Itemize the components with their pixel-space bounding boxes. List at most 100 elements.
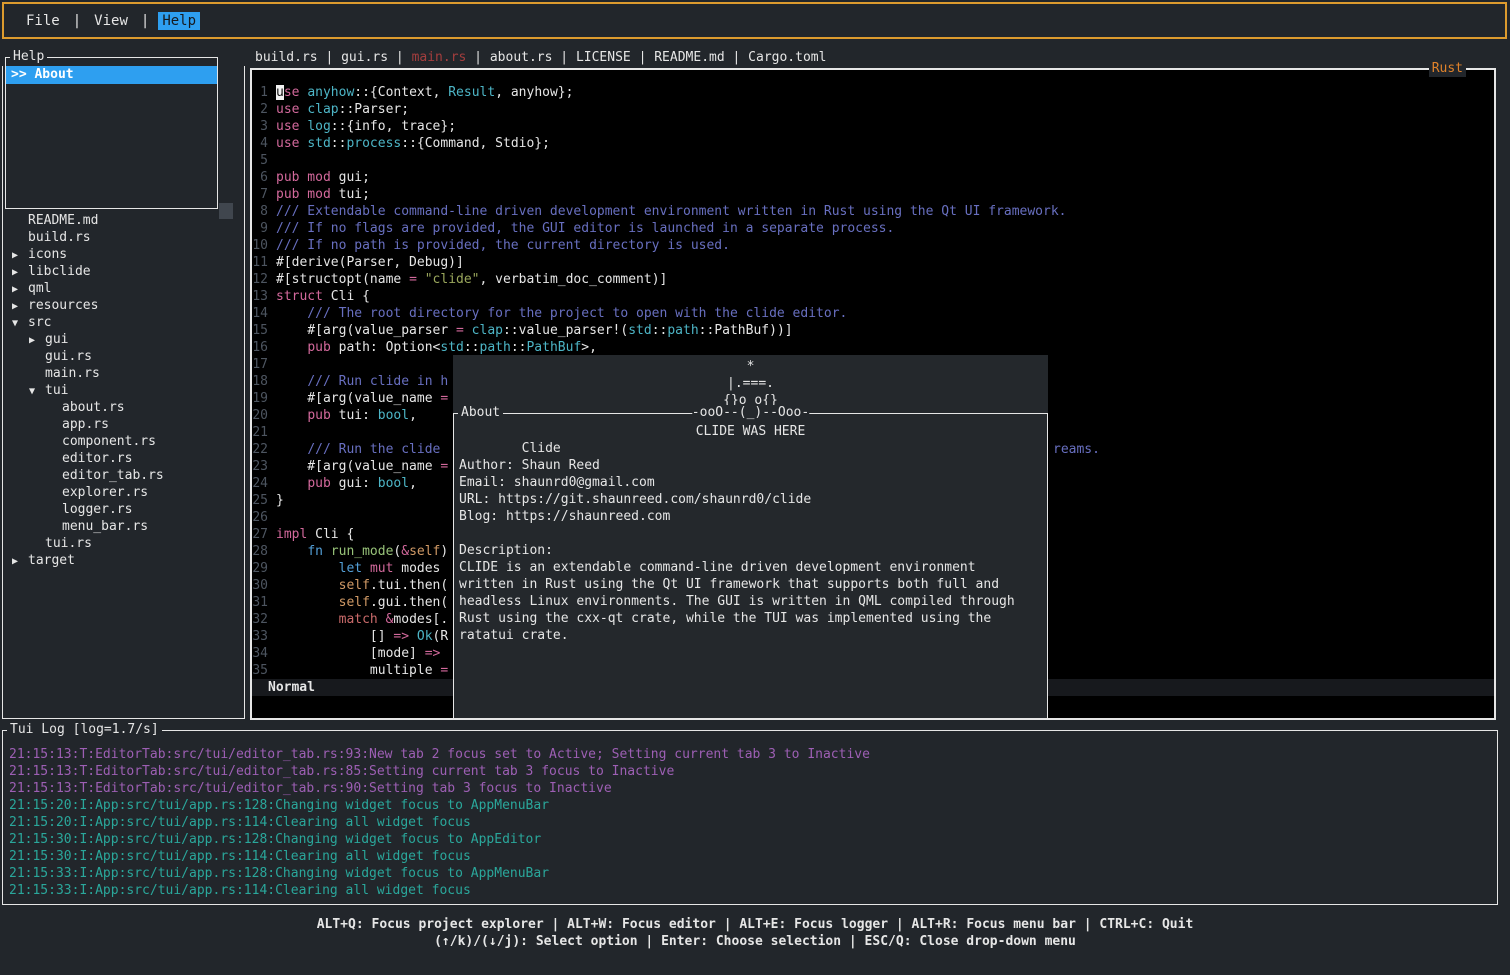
ascii-banner-text: CLIDE WAS HERE	[696, 423, 806, 440]
code-token: Cli {	[307, 527, 354, 542]
code-token: use	[276, 136, 299, 151]
tree-item-component-rs[interactable]: component.rs	[3, 433, 244, 450]
code-token: process	[346, 136, 401, 151]
help-dropdown-panel: Help >> About	[5, 57, 218, 209]
code-token: []	[276, 629, 393, 644]
help-menu-item-about[interactable]: >> About	[6, 66, 217, 84]
line-number: 2	[252, 101, 268, 118]
tree-item-explorer-rs[interactable]: explorer.rs	[3, 484, 244, 501]
tab-separator: |	[552, 50, 575, 65]
tree-item-editor-rs[interactable]: editor.rs	[3, 450, 244, 467]
line-number: 11	[252, 254, 268, 271]
tab-separator: |	[388, 50, 411, 65]
tab-readme-md[interactable]: README.md	[654, 50, 724, 65]
code-line: 6pub mod gui;	[252, 169, 1494, 186]
code-token: pub	[307, 408, 330, 423]
tab-cargo-toml[interactable]: Cargo.toml	[748, 50, 826, 65]
about-content: Author: Shaun ReedEmail: shaunrd0@gmail.…	[454, 440, 1047, 644]
tree-item-qml[interactable]: ▶qml	[3, 280, 244, 297]
code-token: impl	[276, 527, 307, 542]
code-token: ::{Command, Stdio};	[401, 136, 550, 151]
code-token: self	[409, 544, 440, 559]
code-token: bool	[378, 408, 409, 423]
tab-separator: |	[318, 50, 341, 65]
line-number: 29	[252, 560, 268, 577]
explorer-scrollbar-thumb[interactable]	[219, 203, 233, 219]
code-token: =	[440, 391, 448, 406]
code-token: clap	[472, 323, 503, 338]
code-token: pub mod	[276, 170, 331, 185]
about-popup-title: About	[458, 405, 503, 421]
tree-item-gui-rs[interactable]: gui.rs	[3, 348, 244, 365]
tree-item-src[interactable]: ▼src	[3, 314, 244, 331]
tree-item-gui[interactable]: ▶gui	[3, 331, 244, 348]
chevron-right-icon: ▶	[12, 553, 18, 570]
line-number: 25	[252, 492, 268, 509]
code-line: 10/// If no path is provided, the curren…	[252, 237, 1494, 254]
tab-build-rs[interactable]: build.rs	[255, 50, 318, 65]
ascii-art: *|.===.{}o o{}	[453, 355, 1048, 409]
tree-item-target[interactable]: ▶target	[3, 552, 244, 569]
code-token: =	[456, 323, 464, 338]
tab-about-rs[interactable]: about.rs	[490, 50, 553, 65]
line-number: 5	[252, 152, 268, 169]
code-token: fn	[307, 544, 323, 559]
tree-item-resources[interactable]: ▶resources	[3, 297, 244, 314]
log-entries: 21:15:13:T:EditorTab:src/tui/editor_tab.…	[3, 746, 1497, 899]
tree-item-logger-rs[interactable]: logger.rs	[3, 501, 244, 518]
code-token: =	[440, 663, 448, 678]
line-number: 33	[252, 628, 268, 645]
ascii-art-line: |.===.	[453, 375, 1048, 392]
chevron-down-icon: ▼	[12, 315, 18, 332]
code-token: let	[339, 561, 362, 576]
app-name: Clide	[522, 441, 561, 456]
code-line: 11 #[derive(Parser, Debug)]	[252, 254, 1494, 271]
line-number: 30	[252, 577, 268, 594]
about-line: URL: https://git.shaunreed.com/shaunrd0/…	[454, 491, 1047, 508]
code-token: PathBuf	[526, 340, 581, 355]
code-token: /// Run the clide	[307, 442, 448, 457]
menu-bar: File|View|Help	[2, 2, 1507, 39]
tree-item-editor-tab-rs[interactable]: editor_tab.rs	[3, 467, 244, 484]
tree-item-readme-md[interactable]: README.md	[3, 212, 244, 229]
tree-item-main-rs[interactable]: main.rs	[3, 365, 244, 382]
code-token	[276, 442, 307, 457]
menu-separator: |	[141, 13, 149, 29]
line-number: 1	[252, 84, 268, 101]
menu-item-file[interactable]: File	[22, 12, 64, 30]
keybind-help-line2: (↑/k)/(↓/j): Select option | Enter: Choo…	[0, 933, 1510, 950]
code-token	[276, 476, 307, 491]
code-token: #[arg(value_name	[276, 391, 440, 406]
tab-main-rs[interactable]: main.rs	[412, 50, 467, 65]
tree-item-libclide[interactable]: ▶libclide	[3, 263, 244, 280]
tree-item-app-rs[interactable]: app.rs	[3, 416, 244, 433]
tree-item-menu-bar-rs[interactable]: menu_bar.rs	[3, 518, 244, 535]
line-number: 14	[252, 305, 268, 322]
tab-license[interactable]: LICENSE	[576, 50, 631, 65]
tree-item-label: gui.rs	[45, 349, 92, 364]
code-line: 15 #[arg(value_parser = clap::value_pars…	[252, 322, 1494, 339]
tab-separator: |	[631, 50, 654, 65]
about-line: headless Linux environments. The GUI is …	[454, 593, 1047, 610]
menu-item-view[interactable]: View	[90, 12, 132, 30]
code-token: #[derive(Parser, Debug)]	[276, 255, 464, 270]
tree-item-tui[interactable]: ▼tui	[3, 382, 244, 399]
tree-item-about-rs[interactable]: about.rs	[3, 399, 244, 416]
tab-gui-rs[interactable]: gui.rs	[341, 50, 388, 65]
code-token: >,	[581, 340, 597, 355]
code-token: ::{info, trace};	[331, 119, 456, 134]
line-number: 8	[252, 203, 268, 220]
line-number: 16	[252, 339, 268, 356]
code-token: =	[440, 459, 448, 474]
tree-item-icons[interactable]: ▶icons	[3, 246, 244, 263]
code-token: match	[339, 612, 378, 627]
log-entry: 21:15:13:T:EditorTab:src/tui/editor_tab.…	[3, 763, 1497, 780]
tree-item-label: libclide	[28, 264, 91, 279]
code-token: Ok	[417, 629, 433, 644]
tree-item-label: resources	[28, 298, 98, 313]
code-token: gui;	[331, 170, 370, 185]
tree-item-tui-rs[interactable]: tui.rs	[3, 535, 244, 552]
code-token: ::	[464, 340, 480, 355]
tree-item-build-rs[interactable]: build.rs	[3, 229, 244, 246]
menu-item-help[interactable]: Help	[158, 12, 200, 30]
